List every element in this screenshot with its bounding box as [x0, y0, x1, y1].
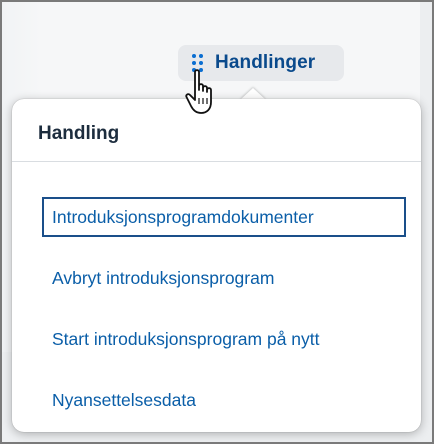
menu-item-onboarding-documents[interactable]: Introduksjonsprogramdokumenter	[42, 197, 406, 237]
menu-item-restart-onboarding[interactable]: Start introduksjonsprogram på nytt	[42, 319, 407, 359]
actions-menu: Introduksjonsprogramdokumenter Avbryt in…	[42, 197, 407, 441]
menu-item-cancel-onboarding[interactable]: Avbryt introduksjonsprogram	[42, 258, 407, 298]
popover-title: Handling	[38, 123, 120, 144]
menu-item-new-hire-data[interactable]: Nyansettelsesdata	[42, 380, 407, 420]
popover-divider	[12, 161, 421, 162]
actions-popover: Handling Introduksjonsprogramdokumenter …	[12, 99, 421, 432]
screen-frame: Handlinger Handling Introduksjonsprogram…	[0, 0, 434, 444]
hand-pointer-icon	[185, 69, 212, 114]
page-right-edge	[420, 2, 432, 442]
actions-button-label: Handlinger	[215, 52, 316, 73]
